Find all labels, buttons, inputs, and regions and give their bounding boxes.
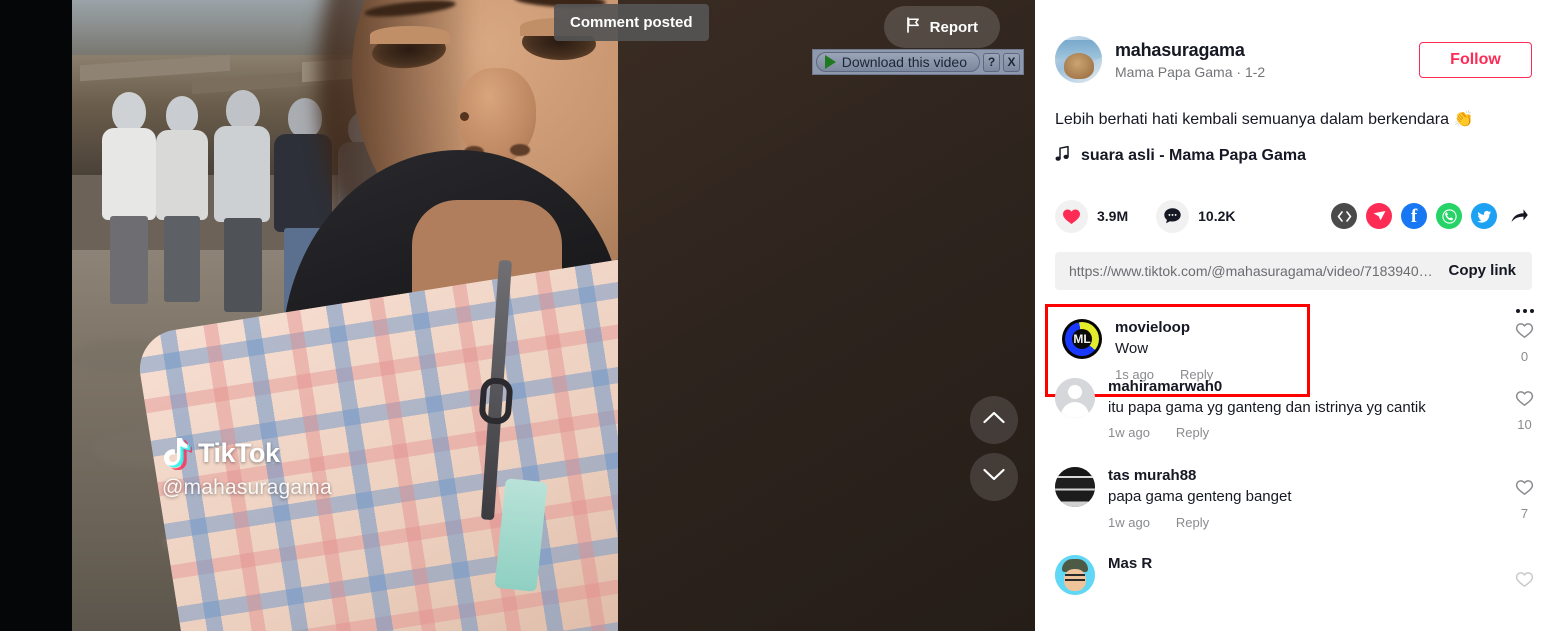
comment-posted-toast: Comment posted [554,4,709,41]
commenter-username[interactable]: mahiramarwah0 [1108,378,1532,395]
video-navigation [970,396,1018,501]
comment-count: 10.2K [1198,208,1236,225]
previous-video-button[interactable] [970,396,1018,444]
comment-reply-button[interactable]: Reply [1176,425,1209,440]
comment-reply-button[interactable]: Reply [1176,515,1209,530]
comment-like-count: 7 [1520,506,1529,522]
comment-timestamp: 1w ago [1108,425,1150,441]
heart-outline-icon[interactable] [1515,479,1534,501]
author-subtitle: Mama Papa Gama · 1-2 [1115,63,1266,80]
video-letterbox-right [618,0,1035,631]
comment-actions: 10 [1515,390,1534,432]
comment-item-3[interactable]: tas murah88 papa gama genteng banget 1w … [1035,453,1552,543]
next-video-button[interactable] [970,453,1018,501]
comment-stat[interactable]: 10.2K [1156,199,1236,233]
chevron-down-icon [983,468,1005,486]
comment-text: itu papa gama yg ganteng dan istrinya yg… [1108,398,1426,416]
watermark-brand: TikTok [198,437,280,468]
comment-meta: 1w ago Reply [1108,515,1532,530]
comment-body: tas murah88 papa gama genteng banget 1w … [1108,467,1532,530]
engagement-row: 3.9M 10.2K f [1055,199,1532,233]
comment-list: ML movieloop Wow 1s ago Reply 0 mahirama… [1035,303,1552,608]
video-caption: Lebih berhati hati kembali semuanya dala… [1055,111,1474,128]
comment-meta: 1w ago Reply [1108,425,1532,440]
commenter-username[interactable]: Mas R [1108,555,1532,572]
comment-text: papa gama genteng banget [1108,488,1292,506]
comment-body: mahiramarwah0 itu papa gama yg ganteng d… [1108,378,1532,441]
comment-like-count: 0 [1520,348,1529,364]
comment-item-mahiramarwah0[interactable]: 0 [1035,299,1552,364]
downloader-close-button[interactable]: X [1003,52,1020,72]
download-video-button[interactable]: Download this video [815,52,980,72]
whatsapp-icon[interactable] [1436,203,1462,230]
commenter-avatar[interactable] [1055,555,1095,596]
report-label: Report [929,18,978,36]
like-count: 3.9M [1097,208,1129,225]
comment-actions [1515,571,1534,593]
follow-button[interactable]: Follow [1419,41,1532,78]
commenter-avatar[interactable] [1055,377,1095,418]
comment-actions: 7 [1515,479,1534,521]
comment-actions: 0 [1515,308,1534,364]
share-arrow-icon[interactable] [1506,203,1532,229]
comment-timestamp: 1w ago [1108,515,1150,531]
author-avatar[interactable] [1055,36,1102,83]
scene-person [150,96,216,310]
video-url-input[interactable] [1069,262,1437,279]
music-note-icon [1055,145,1070,167]
copy-link-button[interactable]: Copy link [1448,262,1516,279]
send-message-icon[interactable] [1366,203,1392,230]
flag-icon [906,17,921,37]
author-username[interactable]: mahasuragama [1115,40,1419,61]
comment-bubble-icon [1156,199,1190,233]
video-letterbox-left [0,0,72,631]
tiktok-video-page: TikTok @mahasuragama Comment posted Repo… [0,0,1552,631]
music-row[interactable]: suara asli - Mama Papa Gama [1055,145,1532,167]
downloader-help-button[interactable]: ? [983,52,1000,72]
comment-body: Mas R [1108,555,1532,595]
embed-code-icon[interactable] [1331,203,1357,230]
watermark-handle: @mahasuragama [162,476,332,499]
video-player[interactable]: TikTok @mahasuragama [72,0,618,631]
heart-filled-icon [1055,199,1088,233]
scene-main-subject [134,0,618,631]
tiktok-logo-icon [162,436,194,471]
comment-like-count: 10 [1517,416,1532,432]
video-downloader-widget[interactable]: Download this video ? X [811,49,1024,75]
heart-outline-icon[interactable] [1515,322,1534,344]
author-meta: mahasuragama Mama Papa Gama · 1-2 [1115,40,1419,80]
cartoon-avatar-icon [1055,555,1095,596]
video-frame-content: TikTok @mahasuragama [72,0,618,631]
video-stage[interactable]: TikTok @mahasuragama Comment posted Repo… [0,0,1035,631]
heart-outline-icon[interactable] [1515,390,1534,412]
shop-photo-avatar-icon [1055,467,1095,508]
twitter-icon[interactable] [1471,203,1497,230]
download-video-label: Download this video [841,54,967,70]
video-detail-sidebar: mahasuragama Mama Papa Gama · 1-2 Follow… [1035,0,1552,631]
heart-outline-icon[interactable] [1515,571,1534,593]
report-button[interactable]: Report [883,6,1000,48]
commenter-username[interactable]: tas murah88 [1108,467,1532,484]
default-avatar-icon [1055,377,1095,418]
zipper-pull [478,376,514,426]
comment-item-4[interactable]: Mas R [1035,543,1552,608]
more-options-icon[interactable] [1515,308,1534,313]
author-row: mahasuragama Mama Papa Gama · 1-2 Follow [1055,36,1532,83]
music-title: suara asli - Mama Papa Gama [1081,146,1306,164]
sidebar-header: mahasuragama Mama Papa Gama · 1-2 Follow… [1035,0,1552,290]
comment-item-2[interactable]: mahiramarwah0 itu papa gama yg ganteng d… [1035,364,1552,454]
commenter-avatar[interactable] [1055,467,1095,508]
chevron-up-icon [983,411,1005,429]
facebook-icon[interactable]: f [1401,203,1427,230]
tiktok-watermark: TikTok @mahasuragama [162,436,332,500]
play-triangle-icon [824,55,836,69]
like-stat[interactable]: 3.9M [1055,199,1129,233]
copy-link-row: Copy link [1055,251,1532,290]
share-icons-row: f [1331,203,1532,230]
